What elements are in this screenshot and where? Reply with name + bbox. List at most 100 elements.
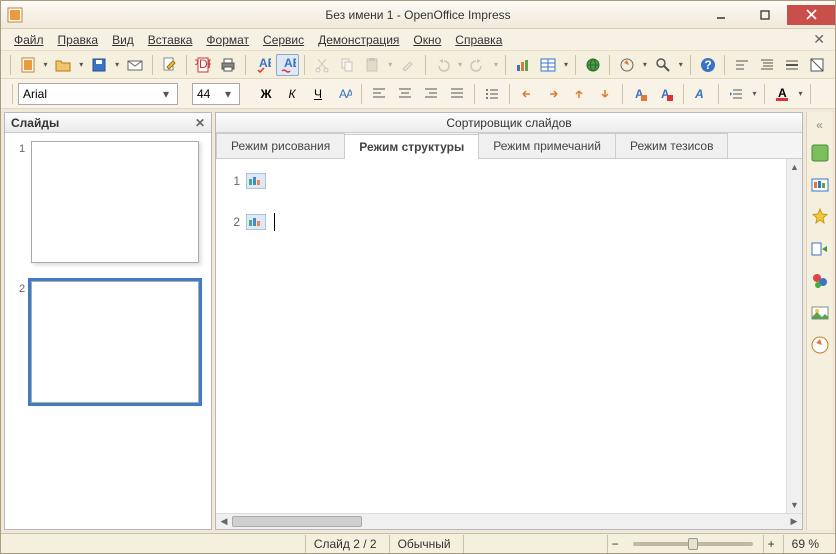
slide-thumb[interactable]: 1 xyxy=(13,141,203,263)
tab-drawing[interactable]: Режим рисования xyxy=(216,133,345,158)
scroll-track[interactable] xyxy=(232,514,786,529)
gallery-icon[interactable] xyxy=(809,302,831,324)
auto-spellcheck-icon[interactable]: AБВ xyxy=(276,54,299,76)
bold-icon[interactable]: Ж xyxy=(254,83,278,105)
align-right-icon[interactable] xyxy=(419,83,443,105)
paste-icon xyxy=(361,54,384,76)
underline-icon[interactable]: Ч xyxy=(306,83,330,105)
statusbar: Слайд 2 / 2 Обычный − + 69 % xyxy=(1,533,835,553)
table-dropdown[interactable]: ▾ xyxy=(562,60,571,69)
move-down-icon[interactable] xyxy=(593,83,617,105)
zoom-in-icon[interactable]: + xyxy=(763,535,779,553)
table-icon[interactable] xyxy=(536,54,559,76)
outline-area: 1 2 ▲ ▼ xyxy=(216,159,802,513)
indent-inc-icon[interactable] xyxy=(724,83,748,105)
print-icon[interactable] xyxy=(217,54,240,76)
outline-canvas[interactable]: 1 2 xyxy=(216,159,786,513)
scroll-right-icon[interactable]: ▶ xyxy=(786,514,802,529)
open-icon[interactable] xyxy=(52,54,75,76)
zoom-slider[interactable] xyxy=(633,542,753,546)
outline-bw-icon[interactable] xyxy=(806,54,829,76)
minimize-button[interactable] xyxy=(699,5,743,25)
edit-file-icon[interactable] xyxy=(158,54,181,76)
horizontal-scrollbar[interactable]: ◀ ▶ xyxy=(216,513,802,529)
navigator-icon[interactable] xyxy=(615,54,638,76)
save-dropdown[interactable]: ▾ xyxy=(113,60,122,69)
increase-font-icon[interactable]: AA xyxy=(332,83,356,105)
menu-format[interactable]: Формат xyxy=(199,31,256,49)
bullets-icon[interactable] xyxy=(480,83,504,105)
outline-row[interactable]: 2 xyxy=(230,213,772,231)
menu-view[interactable]: Вид xyxy=(105,31,141,49)
navigator-dropdown[interactable]: ▾ xyxy=(641,60,650,69)
move-up-icon[interactable] xyxy=(567,83,591,105)
font-name-combo[interactable]: Arial ▾ xyxy=(18,83,178,105)
demote-icon[interactable] xyxy=(541,83,565,105)
save-icon[interactable] xyxy=(88,54,111,76)
tab-notes[interactable]: Режим примечаний xyxy=(478,133,616,158)
menu-insert[interactable]: Вставка xyxy=(141,31,200,49)
outline-slide-number: 1 xyxy=(230,174,240,188)
font-color-icon[interactable]: A xyxy=(770,83,794,105)
menu-window[interactable]: Окно xyxy=(406,31,448,49)
menu-help[interactable]: Справка xyxy=(448,31,509,49)
new-dropdown[interactable]: ▾ xyxy=(41,60,50,69)
new-icon[interactable] xyxy=(16,54,39,76)
indent-dropdown[interactable]: ▾ xyxy=(750,89,759,98)
open-dropdown[interactable]: ▾ xyxy=(77,60,86,69)
font-color-dropdown[interactable]: ▾ xyxy=(796,89,805,98)
redo-icon xyxy=(467,54,490,76)
zoom-icon[interactable] xyxy=(651,54,674,76)
view-tabs: Режим рисования Режим структуры Режим пр… xyxy=(216,133,802,159)
maximize-button[interactable] xyxy=(743,5,787,25)
font-size-combo[interactable]: 44 ▾ xyxy=(192,83,240,105)
master-pages-icon[interactable] xyxy=(809,174,831,196)
status-mode: Обычный xyxy=(389,535,459,553)
help-icon[interactable]: ? xyxy=(696,54,719,76)
vertical-scrollbar[interactable]: ▲ ▼ xyxy=(786,159,802,513)
custom-animation-icon[interactable] xyxy=(809,206,831,228)
chart-icon[interactable] xyxy=(511,54,534,76)
menu-edit[interactable]: Правка xyxy=(51,31,106,49)
hyperlink-icon[interactable] xyxy=(581,54,604,76)
copy-icon xyxy=(336,54,359,76)
formatting-toolbar: Arial ▾ 44 ▾ Ж К Ч AA A A A ▾ A ▾ xyxy=(1,79,835,109)
slide-transition-icon[interactable] xyxy=(809,238,831,260)
scroll-up-icon[interactable]: ▲ xyxy=(787,159,802,175)
spellcheck-icon[interactable]: AБВ xyxy=(251,54,274,76)
navigator-dock-icon[interactable] xyxy=(809,334,831,356)
slide-thumb[interactable]: 2 xyxy=(13,281,203,403)
scroll-thumb[interactable] xyxy=(232,516,362,527)
zoom-value[interactable]: 69 % xyxy=(783,535,827,553)
zoom-dropdown[interactable]: ▾ xyxy=(676,60,685,69)
char-dialog-icon[interactable]: A xyxy=(628,83,652,105)
outline-row[interactable]: 1 xyxy=(230,173,772,189)
menu-tools[interactable]: Сервис xyxy=(256,31,311,49)
menu-file[interactable]: Файл xyxy=(7,31,51,49)
align-center-icon[interactable] xyxy=(393,83,417,105)
promote-icon[interactable] xyxy=(515,83,539,105)
align-justify-icon[interactable] xyxy=(445,83,469,105)
zoom-out-icon[interactable]: − xyxy=(607,535,623,553)
para-dialog-icon[interactable]: A xyxy=(654,83,678,105)
zoom-knob[interactable] xyxy=(688,538,698,550)
scroll-down-icon[interactable]: ▼ xyxy=(787,497,802,513)
styles-icon[interactable] xyxy=(809,270,831,292)
expand-panel-icon[interactable]: « xyxy=(816,118,823,132)
close-doc-button[interactable]: ✕ xyxy=(809,31,829,48)
tab-outline[interactable]: Режим структуры xyxy=(344,134,479,159)
scroll-left-icon[interactable]: ◀ xyxy=(216,514,232,529)
outline-level1-icon[interactable] xyxy=(730,54,753,76)
tab-handout[interactable]: Режим тезисов xyxy=(615,133,729,158)
italic-icon[interactable]: К xyxy=(280,83,304,105)
outline-allevels-icon[interactable] xyxy=(755,54,778,76)
fontwork-icon[interactable]: A xyxy=(689,83,713,105)
menu-slideshow[interactable]: Демонстрация xyxy=(311,31,406,49)
email-icon[interactable] xyxy=(123,54,146,76)
close-panel-icon[interactable]: ✕ xyxy=(195,116,205,130)
close-button[interactable] xyxy=(787,5,835,25)
align-left-icon[interactable] xyxy=(367,83,391,105)
outline-format-icon[interactable] xyxy=(781,54,804,76)
export-pdf-icon[interactable]: PDF xyxy=(192,54,215,76)
properties-icon[interactable] xyxy=(809,142,831,164)
